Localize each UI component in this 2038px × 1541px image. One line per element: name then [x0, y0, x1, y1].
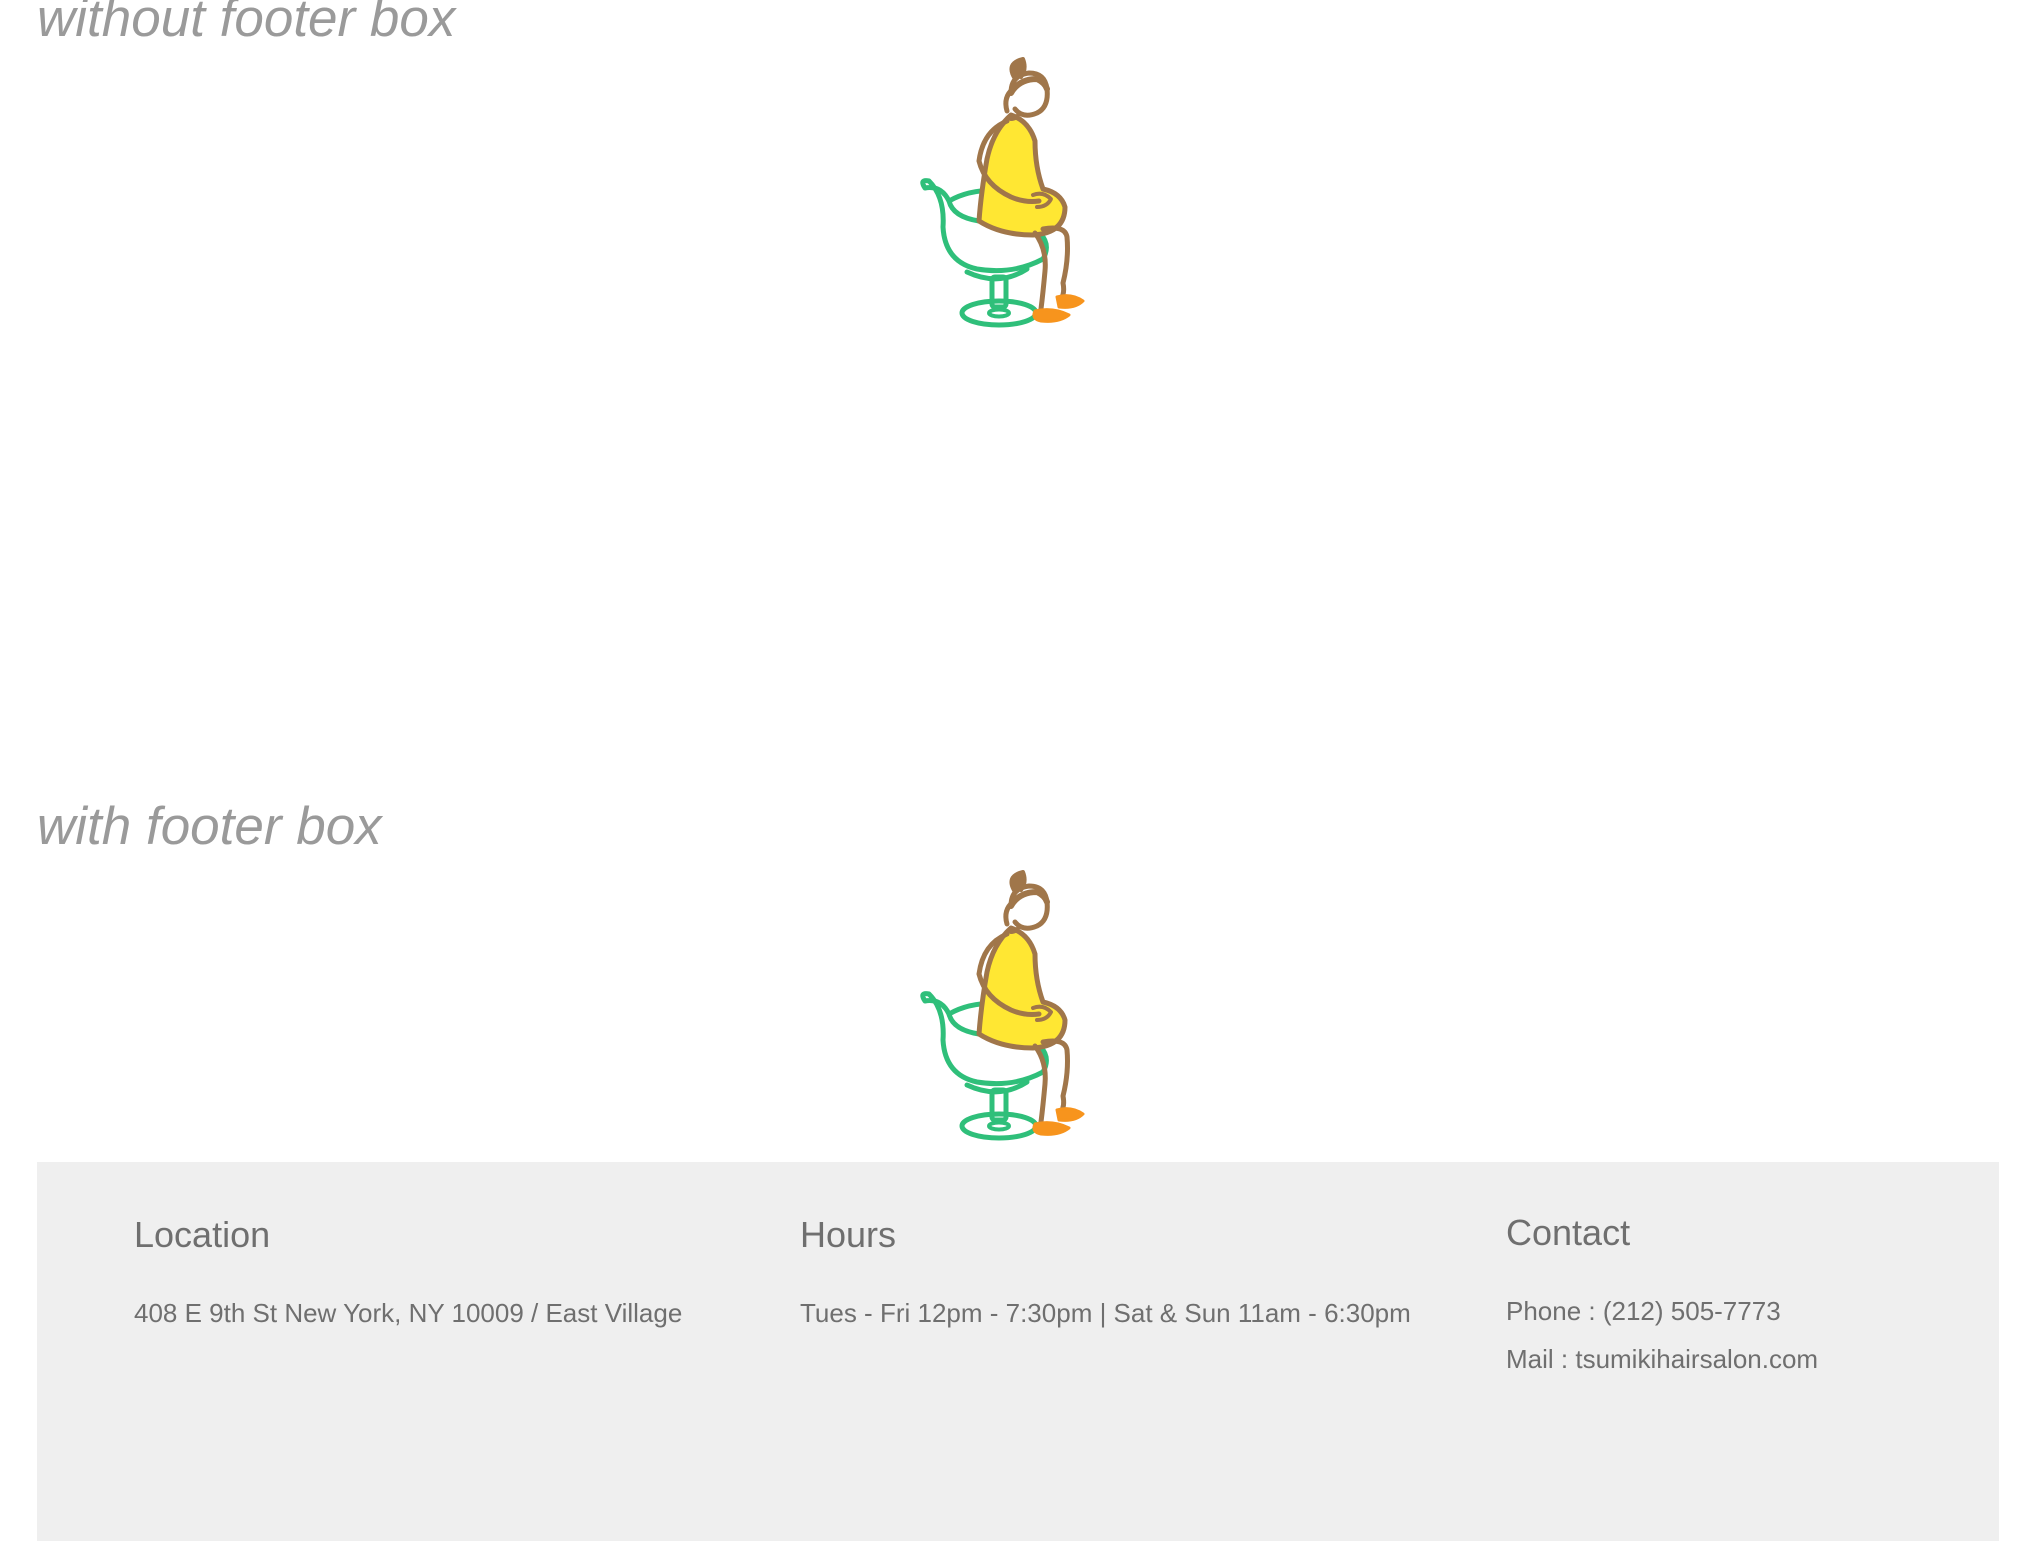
hours-heading: Hours — [800, 1214, 897, 1255]
salon-chair-illustration — [915, 57, 1125, 342]
woman-in-salon-chair-icon — [920, 57, 1085, 328]
contact-heading: Contact — [1506, 1212, 1631, 1253]
footer-hours-column: Hours Tues - Fri 12pm - 7:30pm | Sat & S… — [800, 1215, 1411, 1337]
footer-contact-column: Contact Phone : (212) 505-7773 Mail : ts… — [1506, 1213, 1818, 1383]
location-heading: Location — [134, 1214, 271, 1255]
hours-schedule: Tues - Fri 12pm - 7:30pm | Sat & Sun 11a… — [800, 1297, 1411, 1328]
contact-mail: Mail : tsumikihairsalon.com — [1506, 1343, 1819, 1374]
woman-in-salon-chair-icon — [920, 870, 1085, 1141]
footer-box: Location 408 E 9th St New York, NY 10009… — [37, 1162, 1999, 1541]
contact-phone: Phone : (212) 505-7773 — [1506, 1295, 1781, 1326]
section-label-with-footer: with footer box — [37, 797, 382, 856]
salon-chair-illustration — [915, 870, 1125, 1155]
section-label-without-footer: without footer box — [37, 0, 456, 48]
footer-location-column: Location 408 E 9th St New York, NY 10009… — [134, 1215, 682, 1337]
location-address: 408 E 9th St New York, NY 10009 / East V… — [134, 1297, 683, 1328]
